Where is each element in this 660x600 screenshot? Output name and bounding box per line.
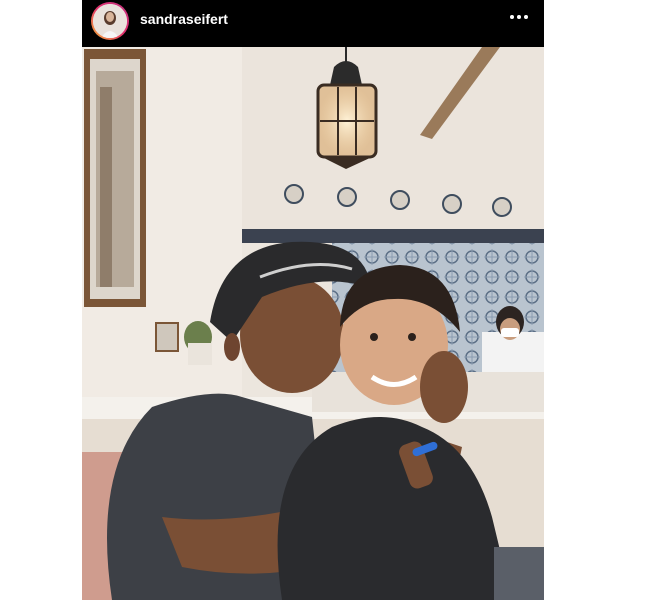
post-header: sandraseifert [82,0,544,47]
instagram-post: sandraseifert [82,0,544,600]
username-link[interactable]: sandraseifert [140,11,228,27]
avatar-image [93,4,127,38]
post-photo[interactable] [82,47,544,600]
avatar-portrait-icon [93,4,127,38]
avatar[interactable] [91,2,129,40]
more-options-icon[interactable] [508,10,530,24]
